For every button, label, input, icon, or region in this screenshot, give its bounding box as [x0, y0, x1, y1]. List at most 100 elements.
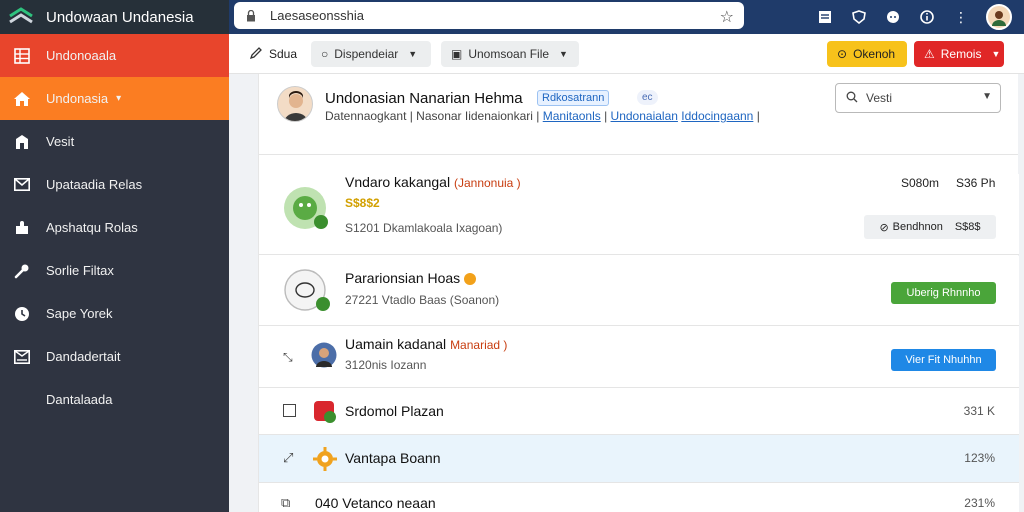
row-size: 123% — [964, 451, 995, 465]
alert-icon: ⚠ — [924, 47, 935, 61]
list-item[interactable]: Vndaro kakangal (Jannonuia ) S$8$2 S1201… — [259, 174, 1019, 255]
edit-label: Sdua — [269, 47, 298, 61]
profile-subtitle: Datennaogkant | Nasonar Iidenaionkari | … — [325, 109, 760, 123]
grid-icon — [12, 46, 32, 66]
yellow-label: Okenoh — [853, 47, 896, 61]
dropdown1-label: Dispendeiar — [334, 47, 399, 61]
vier-button[interactable]: Vier Fit Nhuhhn — [891, 349, 996, 371]
app-logo-icon — [9, 7, 33, 24]
file-icon: ▣ — [451, 47, 463, 61]
profile-header: Undonasian Nanarian Hehma Rdkosatrann ec… — [259, 74, 1018, 155]
search-input[interactable]: Vesti ▼ — [835, 83, 1001, 113]
row-subtitle: 3120nis Iozann — [345, 358, 427, 372]
table-row[interactable]: Srdomol Plazan 331 K — [259, 388, 1019, 435]
sidebar-item-undonoaala[interactable]: Undonoaala — [0, 34, 229, 77]
sidebar-item-label: Sorlie Filtax — [46, 263, 114, 278]
row-subtitle: S1201 Dkamlakoala Ixagoan) — [345, 221, 503, 235]
more-icon[interactable]: ⋮ — [952, 8, 970, 26]
row-title: Vantapa Boann — [345, 450, 441, 466]
row-subtitle: 27221 Vtadlo Baas (Soanon) — [345, 293, 500, 307]
sidebar-item-label: Vesit — [46, 134, 75, 149]
dispendeiar-dropdown[interactable]: ○ Dispendeiar ▼ — [311, 41, 431, 67]
puzzle-icon — [12, 218, 32, 238]
sidebar-item-apshatqu[interactable]: Apshatqu Rolas — [0, 206, 229, 249]
toolbar: Sdua ○ Dispendeiar ▼ ▣ Unomsoan File ▼ ⊙… — [229, 34, 1024, 74]
profile-tag: ec — [637, 90, 658, 105]
row-title: Vndaro kakangal (Jannonuia ) — [345, 174, 521, 190]
sidebar-item-sorlie[interactable]: Sorlie Filtax — [0, 249, 229, 292]
circle-icon — [283, 268, 333, 319]
sidebar-item-sape[interactable]: Sape Yorek — [0, 292, 229, 335]
list-item[interactable]: ⤡ Uamain kadanal Manariad ) 3120nis Ioza… — [259, 326, 1019, 388]
profile-name: Undonasian Nanarian Hehma — [325, 90, 523, 107]
star-icon[interactable]: ☆ — [720, 7, 734, 27]
sidebar-item-label: Sape Yorek — [46, 306, 113, 321]
circle-icon: ⊘ — [879, 221, 889, 234]
address-text: Laesaseonsshia — [270, 8, 364, 23]
dropdown2-label: Unomsoan File — [468, 47, 550, 61]
search-placeholder: Vesti — [866, 91, 893, 105]
gear-icon — [313, 447, 337, 476]
red-label: Remois — [940, 47, 982, 61]
sidebar-item-upataadia[interactable]: Upataadia Relas — [0, 163, 229, 206]
lock-icon — [247, 9, 255, 21]
sidebar-item-dandadertait[interactable]: Dandadertait — [0, 335, 229, 378]
chat-icon[interactable] — [884, 8, 902, 26]
edit-button[interactable]: Sdua — [239, 41, 307, 67]
chevron-down-icon: ▾ — [116, 93, 122, 104]
remois-button[interactable]: ⚠ Remois ▼ — [914, 41, 1004, 67]
file-dropdown[interactable]: ▣ Unomsoan File ▼ — [441, 41, 579, 67]
mail-icon — [12, 175, 32, 195]
browser-actions: ⋮ — [816, 4, 1012, 30]
info-icon[interactable] — [918, 8, 936, 26]
sidebar-item-label: Undonoaala — [46, 48, 117, 63]
avatar — [311, 342, 337, 373]
row-price: S080m — [901, 176, 940, 190]
row-title: Pararionsian Hoas — [345, 270, 477, 286]
shield-icon[interactable] — [850, 8, 868, 26]
address-bar[interactable]: Laesaseonsshia ☆ — [234, 2, 744, 29]
search-icon — [846, 91, 858, 106]
profile-badge[interactable]: Rdkosatrann — [537, 90, 610, 106]
app-brand: Undowaan Undanesia — [0, 0, 229, 34]
chevron-down-icon: ▼ — [559, 49, 568, 59]
browser-bar: Laesaseonsshia ☆ ⋮ — [229, 0, 1024, 34]
leaf-icon — [283, 184, 333, 239]
row-title: 040 Vetanco neaan — [315, 495, 436, 511]
table-row[interactable]: ⧉ 040 Vetanco neaan 231% — [259, 483, 1019, 512]
sidebar-item-label: Undonasia — [46, 91, 109, 106]
sidebar-item-dantalaada[interactable]: Dantalaada — [0, 378, 229, 421]
sidebar-item-label: Apshatqu Rolas — [46, 220, 138, 235]
bookmark-icon[interactable] — [816, 8, 834, 26]
sidebar-item-label: Upataadia Relas — [46, 177, 143, 192]
profile-link[interactable]: Manitaonls — [543, 109, 601, 123]
row-size: 331 K — [963, 404, 995, 418]
checkbox[interactable] — [283, 404, 296, 417]
uberig-button[interactable]: Uberig Rhnnho — [891, 282, 996, 304]
app-icon — [313, 400, 337, 429]
row-title: Uamain kadanal Manariad ) — [345, 336, 508, 352]
wrench-icon — [12, 261, 32, 281]
home-icon — [12, 89, 32, 109]
chevron-down-icon: ▼ — [982, 91, 992, 102]
okenoh-button[interactable]: ⊙ Okenoh — [827, 41, 907, 67]
bendhnon-button[interactable]: ⊘ Bendhnon S$8$ — [864, 215, 996, 239]
clock-icon — [12, 304, 32, 324]
lock-icon: ⊙ — [837, 47, 848, 61]
row-price-secondary: S36 Ph — [956, 176, 996, 190]
user-avatar[interactable] — [986, 4, 1012, 30]
folder-icon[interactable]: ⧉ — [281, 495, 290, 511]
chevron-down-icon: ▼ — [408, 49, 418, 59]
row-tag: Manariad ) — [450, 338, 508, 352]
sidebar-item-undonasia[interactable]: Undonasia ▾ — [0, 77, 229, 120]
profile-link[interactable]: Undonaialan — [611, 109, 678, 123]
list-item[interactable]: Pararionsian Hoas 27221 Vtadlo Baas (Soa… — [259, 256, 1019, 326]
arrow-icon[interactable]: ⤡ — [283, 350, 293, 365]
row-size: 231% — [964, 496, 995, 510]
table-row[interactable]: ⤢ Vantapa Boann 123% — [259, 435, 1019, 483]
pencil-icon — [249, 46, 263, 63]
sidebar-item-vesit[interactable]: Vesit — [0, 120, 229, 163]
link-icon[interactable]: ⤢ — [283, 450, 293, 466]
profile-link[interactable]: Iddocingaann — [681, 109, 753, 123]
coin-icon — [464, 273, 477, 286]
